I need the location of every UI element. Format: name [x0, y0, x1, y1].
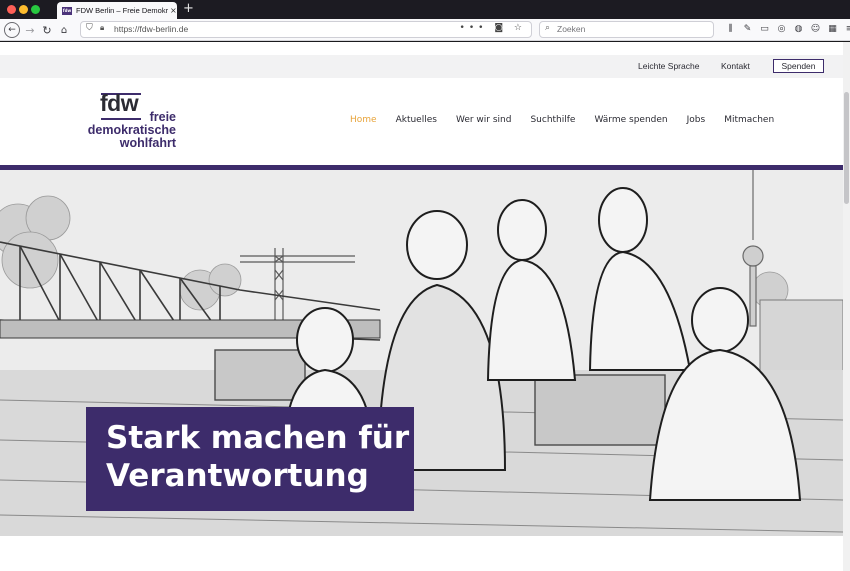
new-tab-button[interactable]: + — [183, 1, 194, 16]
tab-title: FDW Berlin – Freie Demokratische Wohlfah… — [76, 6, 168, 15]
nav-item-wer-wir-sind[interactable]: Wer wir sind — [456, 115, 512, 125]
browser-tab-fdw[interactable]: fdw FDW Berlin – Freie Demokratische Woh… — [57, 2, 177, 19]
browser-toolbar: ← → ↻ ⌂ ⛉ 🔒︎ https://fdw-berlin.de ••• ◙… — [0, 19, 850, 41]
privacy-icon[interactable]: ◍ — [793, 22, 804, 36]
web-page: Leichte Sprache Kontakt Spenden fdw frei… — [0, 42, 850, 571]
search-icon: ⌕ — [545, 23, 551, 33]
sync-icon[interactable]: ◎ — [776, 22, 787, 36]
page-scrollbar[interactable] — [843, 42, 850, 571]
nav-item-jobs[interactable]: Jobs — [687, 115, 706, 125]
minimize-window-button[interactable] — [19, 5, 28, 14]
menu-icon[interactable]: ≡ — [844, 22, 850, 36]
main-navigation: Home Aktuelles Wer wir sind Suchthilfe W… — [350, 115, 793, 125]
reload-icon[interactable]: ↻ — [40, 22, 54, 38]
fdw-logo[interactable]: fdw freie demokratische wohlfahrt — [84, 91, 184, 151]
tab-close-icon[interactable]: × — [170, 6, 177, 15]
search-bar[interactable]: ⌕ Zoeken — [539, 21, 714, 38]
contact-link[interactable]: Kontakt — [721, 61, 750, 71]
utility-bar: Leichte Sprache Kontakt Spenden — [0, 55, 843, 78]
maximize-window-button[interactable] — [31, 5, 40, 14]
nav-item-aktuelles[interactable]: Aktuelles — [396, 115, 437, 125]
easy-language-link[interactable]: Leichte Sprache — [638, 61, 699, 71]
url-text[interactable]: https://fdw-berlin.de — [114, 24, 188, 34]
account-icon[interactable]: ☺ — [810, 22, 821, 36]
library-icon[interactable]: ⫼ — [725, 22, 736, 36]
logo-word-freie: freie — [149, 110, 176, 124]
scrollbar-thumb[interactable] — [844, 92, 849, 204]
fdw-favicon-icon: fdw — [62, 6, 72, 15]
forward-icon[interactable]: → — [23, 22, 37, 38]
nav-item-home[interactable]: Home — [350, 115, 377, 125]
hero-headline-box: Stark machen für Verantwortung — [86, 407, 414, 511]
nav-item-waerme-spenden[interactable]: Wärme spenden — [594, 115, 667, 125]
window-titlebar: fdw FDW Berlin – Freie Demokratische Woh… — [0, 0, 850, 19]
close-window-button[interactable] — [7, 5, 16, 14]
logo-word-wohlfahrt: wohlfahrt — [119, 136, 176, 150]
nav-item-suchthilfe[interactable]: Suchthilfe — [530, 115, 575, 125]
home-icon[interactable]: ⌂ — [57, 22, 71, 38]
sidebar-icon[interactable]: ▭ — [759, 22, 770, 36]
hero-banner: Stark machen für Verantwortung — [0, 170, 843, 536]
nav-item-mitmachen[interactable]: Mitmachen — [724, 115, 774, 125]
toolbar-icons: ⫼ ✎ ▭ ◎ ◍ ☺ ▦ ≡ — [725, 22, 850, 36]
url-bar[interactable]: ⛉ 🔒︎ https://fdw-berlin.de ••• ◙ ☆ — [80, 21, 532, 38]
logo-word-demokratische: demokratische — [87, 123, 176, 137]
lock-icon[interactable]: 🔒︎ — [100, 23, 104, 33]
content-start — [0, 536, 843, 571]
page-actions-icons[interactable]: ••• ◙ ☆ — [460, 23, 526, 33]
logo-rule-bottom — [101, 118, 141, 120]
apps-grid-icon[interactable]: ▦ — [827, 22, 838, 36]
search-placeholder[interactable]: Zoeken — [557, 24, 585, 34]
site-header: fdw freie demokratische wohlfahrt Home A… — [0, 78, 843, 165]
back-icon[interactable]: ← — [4, 22, 20, 38]
shield-icon[interactable]: ⛉ — [86, 23, 93, 33]
donate-button[interactable]: Spenden — [773, 59, 824, 73]
extension-icon[interactable]: ✎ — [742, 22, 753, 36]
hero-headline-line2: Verantwortung — [106, 458, 369, 494]
hero-headline-line1: Stark machen für — [106, 420, 410, 456]
logo-abbreviation: fdw — [100, 90, 139, 116]
